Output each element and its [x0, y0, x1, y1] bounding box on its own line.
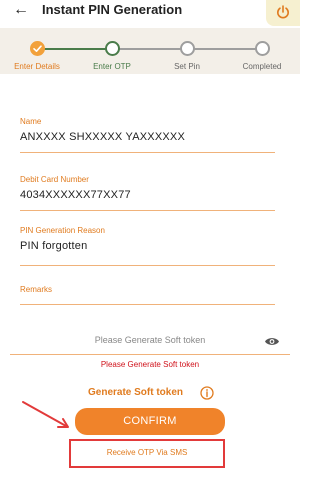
step-label: Enter Details	[14, 62, 60, 71]
annotation-arrow-icon	[22, 401, 69, 428]
confirm-button[interactable]: CONFIRM	[75, 408, 225, 435]
eye-icon[interactable]	[264, 334, 280, 352]
pin-reason-value: PIN forgotten	[20, 240, 88, 252]
divider	[20, 304, 275, 305]
divider	[20, 152, 275, 153]
info-icon[interactable]	[200, 386, 214, 405]
remarks-field[interactable]: Remarks	[20, 285, 275, 305]
soft-token-error: Please Generate Soft token	[100, 360, 200, 369]
step-label: Set Pin	[174, 62, 200, 71]
back-arrow-icon[interactable]: ←	[10, 0, 32, 22]
name-label: Name	[20, 117, 42, 126]
receive-otp-sms-link[interactable]: Receive OTP Via SMS	[71, 448, 223, 457]
soft-token-input[interactable]: Please Generate Soft token	[10, 326, 290, 356]
step-pending-dot	[180, 41, 195, 56]
pin-reason-label: PIN Generation Reason	[20, 226, 105, 235]
progress-stepper: Enter Details Enter OTP Set Pin Complete…	[0, 28, 300, 74]
generate-soft-token-link[interactable]: Generate Soft token	[88, 387, 183, 398]
checkmark-icon	[33, 45, 42, 52]
pin-reason-field[interactable]: PIN Generation Reason PIN forgotten	[20, 226, 275, 266]
stepper-line-done	[38, 48, 112, 50]
step-label: Completed	[242, 62, 282, 71]
step-active-dot	[105, 41, 120, 56]
remarks-label: Remarks	[20, 285, 53, 294]
step-label: Enter OTP	[93, 62, 131, 71]
power-icon	[277, 5, 289, 19]
divider	[20, 210, 275, 211]
app-header: ← Instant PIN Generation	[0, 0, 300, 26]
divider	[20, 265, 275, 266]
step-done-icon	[30, 41, 45, 56]
name-value: ANXXXX SHXXXXX YAXXXXXX	[20, 131, 185, 143]
divider	[10, 354, 290, 355]
receive-otp-highlight: Receive OTP Via SMS	[69, 439, 225, 468]
debit-card-label: Debit Card Number	[20, 175, 89, 184]
debit-card-value: 4034XXXXXX77XX77	[20, 189, 131, 201]
logout-button[interactable]	[266, 0, 300, 26]
step-pending-dot	[255, 41, 270, 56]
page-title: Instant PIN Generation	[42, 2, 183, 17]
soft-token-placeholder: Please Generate Soft token	[94, 335, 206, 345]
debit-card-field[interactable]: Debit Card Number 4034XXXXXX77XX77	[20, 175, 275, 211]
name-field[interactable]: Name ANXXXX SHXXXXX YAXXXXXX	[20, 117, 275, 153]
